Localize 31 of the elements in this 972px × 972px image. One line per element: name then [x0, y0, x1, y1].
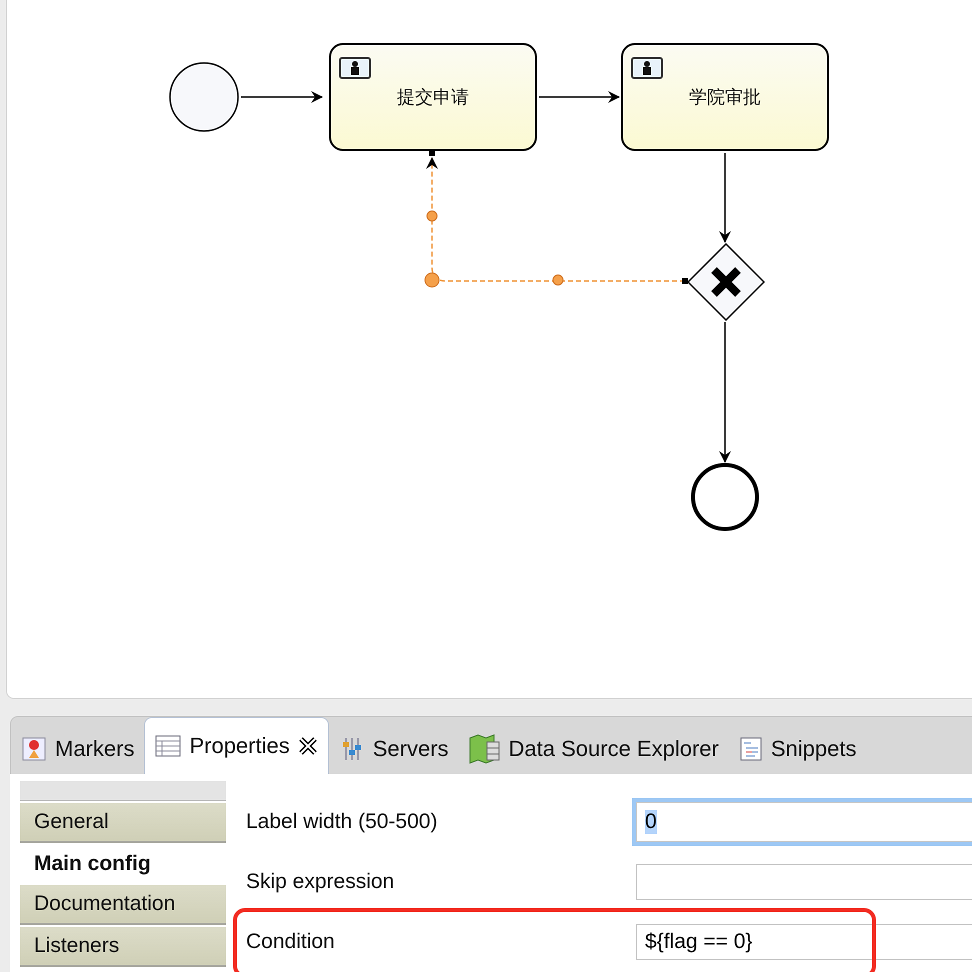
start-event[interactable]	[169, 62, 239, 132]
view-tab[interactable]: Markers	[11, 723, 144, 774]
map-icon	[468, 734, 501, 764]
view-tab[interactable]: Servers	[328, 723, 459, 774]
field-label: Skip expression	[245, 870, 396, 894]
user-task[interactable]: 提交申请	[329, 43, 537, 151]
sequence-flow-arrow[interactable]	[539, 91, 620, 103]
user-icon	[339, 57, 371, 79]
section-tab[interactable]: Listeners	[20, 927, 226, 967]
snippets-icon	[738, 736, 763, 762]
sequence-flow-arrow[interactable]	[719, 153, 731, 243]
input-field[interactable]	[636, 864, 972, 900]
end-event[interactable]	[690, 462, 760, 532]
section-tab[interactable]: General	[20, 803, 226, 843]
task-label: 学院审批	[689, 86, 761, 109]
field-label: Condition	[245, 930, 336, 954]
exclusive-gateway[interactable]	[687, 243, 765, 321]
view-tab[interactable]: Snippets	[728, 723, 866, 774]
view-tab[interactable]: Data Source Explorer	[458, 723, 729, 774]
field-label: Label width (50-500)	[245, 810, 438, 834]
user-icon	[631, 57, 663, 79]
table-icon	[155, 735, 182, 757]
user-task[interactable]: 学院审批	[621, 43, 829, 151]
input-field[interactable]: ${flag == 0}	[636, 924, 972, 960]
close-icon[interactable]	[298, 736, 318, 756]
task-label: 提交申请	[397, 86, 469, 109]
markers-icon	[21, 736, 47, 762]
sequence-flow-arrow[interactable]	[241, 91, 323, 103]
view-tab[interactable]: Properties	[144, 717, 329, 774]
section-tab[interactable]: Documentation	[20, 885, 226, 925]
sequence-flow-arrow[interactable]	[719, 322, 731, 463]
